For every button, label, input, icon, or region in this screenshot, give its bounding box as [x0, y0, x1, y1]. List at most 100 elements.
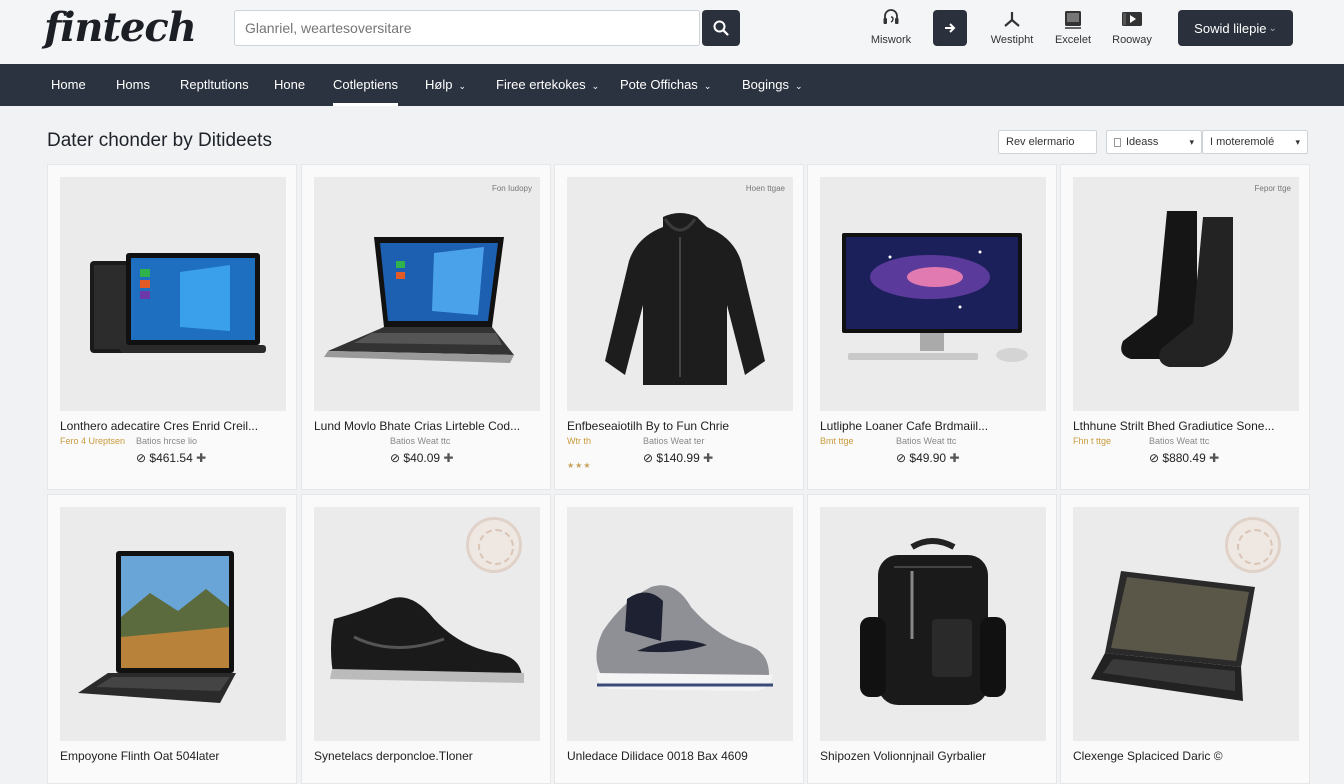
tablet-icon	[1065, 11, 1081, 29]
nav-item-home[interactable]: Home	[51, 64, 86, 106]
product-title[interactable]: Shipozen Volionnjnail Gyrbalier	[820, 749, 1046, 763]
product-title[interactable]: Lutliphe Loaner Cafe Brdmaiil...	[820, 419, 1046, 433]
product-image[interactable]	[820, 507, 1046, 741]
product-image[interactable]	[60, 177, 286, 411]
nav-label: Cotleptiens	[333, 77, 399, 92]
nav-item-pote-offichas[interactable]: Pote Offichas ⌄	[620, 64, 711, 106]
nav-label: Home	[51, 77, 86, 92]
product-card[interactable]: Hoen ttgae Enfbeseaiotilh By to Fun Chri…	[554, 164, 804, 490]
product-image[interactable]	[820, 177, 1046, 411]
chevron-down-icon: ⌄	[1268, 22, 1277, 34]
product-card[interactable]: Unledace Dilidace 0018 Bax 4609	[554, 494, 804, 784]
product-image[interactable]	[1073, 507, 1299, 741]
add-to-cart-icon[interactable]: ✚	[949, 451, 959, 465]
tool-label: Miswork	[870, 34, 912, 46]
laptop-landscape-image	[78, 551, 236, 703]
product-card[interactable]: Lonthero adecatire Cres Enrid Creil... F…	[47, 164, 297, 490]
chevron-down-icon: ⌄	[794, 81, 803, 91]
product-meta: Batios Weat ttc	[896, 436, 957, 446]
product-badge: Hoen ttgae	[745, 184, 785, 193]
tool-headset[interactable]: Miswork	[856, 8, 926, 46]
price-value: $140.99	[656, 451, 700, 465]
product-title[interactable]: Empoyone Flinth Oat 504later	[60, 749, 286, 763]
brand-logo[interactable]: fintech	[44, 4, 197, 51]
product-price: ⊘ $40.09 ✚	[390, 451, 454, 465]
price-value: $461.54	[149, 451, 193, 465]
nav-item-help[interactable]: Hølp ⌄	[425, 64, 466, 106]
product-card[interactable]: Clexenge Splaciced Daric ©	[1060, 494, 1310, 784]
socks-image	[1121, 211, 1233, 367]
product-title[interactable]: Lthhune Strilt Bhed Gradiutice Sone...	[1073, 419, 1299, 433]
sign-in-label: Sowid lilepie	[1194, 20, 1267, 36]
product-card[interactable]: Empoyone Flinth Oat 504later	[47, 494, 297, 784]
product-card[interactable]: Fepor ttge Lthhune Strilt Bhed Gradiutic…	[1060, 164, 1310, 490]
nav-item-hone[interactable]: Hone	[274, 64, 305, 106]
nav-item-firee-ertekokes[interactable]: Firee ertekokes ⌄	[496, 64, 599, 106]
quality-seal-icon	[466, 517, 522, 573]
search-box	[234, 10, 700, 46]
product-image[interactable]	[567, 507, 793, 741]
sneaker-grey-image	[596, 585, 773, 691]
product-vendor: Fero 4 Ureptsen	[60, 436, 126, 446]
product-vendor: Fhn t ttge	[1073, 436, 1112, 446]
nav-item-homs[interactable]: Homs	[116, 64, 150, 106]
product-meta: Batios Weat ter	[643, 436, 705, 446]
price-value: $49.90	[909, 451, 947, 465]
product-badge: Fepor ttge	[1254, 184, 1291, 193]
product-card[interactable]: Synetelacs derponcloe.Tloner	[301, 494, 551, 784]
product-image[interactable]: Fon Iudopy	[314, 177, 540, 411]
product-price: ⊘ $880.49 ✚	[1149, 451, 1220, 465]
search-button[interactable]	[702, 10, 740, 46]
product-title[interactable]: Unledace Dilidace 0018 Bax 4609	[567, 749, 793, 763]
search-icon	[713, 20, 729, 36]
tool-label: Rooway	[1112, 34, 1152, 46]
product-card[interactable]: Lutliphe Loaner Cafe Brdmaiil... Bmt ttg…	[807, 164, 1057, 490]
product-card[interactable]: Fon Iudopy Lund Movlo Bhate Crias Lirteb…	[301, 164, 551, 490]
chevron-down-icon: ⌄	[591, 81, 600, 91]
tool-label: Westipht	[990, 34, 1034, 46]
chevron-down-icon: ▾	[1295, 136, 1300, 147]
product-image[interactable]: Fepor ttge	[1073, 177, 1299, 411]
backpack-image	[860, 538, 1006, 705]
tool-share[interactable]: Westipht	[977, 8, 1047, 46]
search-input[interactable]	[235, 11, 699, 45]
arrow-right-icon	[945, 23, 956, 33]
tool-film[interactable]: Rooway	[1097, 8, 1167, 46]
rating-stars: ★★★	[567, 461, 592, 470]
nav-item-bogings[interactable]: Bogings ⌄	[742, 64, 803, 106]
nav-item-reptltutions[interactable]: Reptltutions	[180, 64, 249, 106]
product-image[interactable]: Hoen ttgae	[567, 177, 793, 411]
product-badge: Fon Iudopy	[491, 184, 532, 193]
add-to-cart-icon[interactable]: ✚	[1209, 451, 1219, 465]
sign-in-button[interactable]: Sowid lilepie ⌄	[1178, 10, 1293, 46]
product-title[interactable]: Enfbeseaiotilh By to Fun Chrie	[567, 419, 793, 433]
add-to-cart-icon[interactable]: ✚	[443, 451, 453, 465]
add-to-cart-icon[interactable]: ✚	[703, 451, 713, 465]
nav-label: Pote Offichas	[620, 77, 698, 92]
per-page-select[interactable]: I moteremolé ▾	[1202, 130, 1308, 154]
product-meta: Batios hrcse lio	[136, 436, 198, 446]
forward-button[interactable]	[933, 10, 967, 46]
product-price: ⊘ $49.90 ✚	[896, 451, 960, 465]
product-title[interactable]: Synetelacs derponcloe.Tloner	[314, 749, 540, 763]
add-to-cart-icon[interactable]: ✚	[196, 451, 206, 465]
product-card[interactable]: Shipozen Volionnjnail Gyrbalier	[807, 494, 1057, 784]
view-label: Ideass	[1126, 136, 1159, 148]
product-title[interactable]: Lund Movlo Bhate Crias Lirteble Cod...	[314, 419, 540, 433]
product-image[interactable]	[314, 507, 540, 741]
share-icon	[1004, 12, 1020, 27]
nav-label: Firee ertekokes	[496, 77, 586, 92]
film-icon	[1122, 12, 1142, 26]
nav-label: Bogings	[742, 77, 789, 92]
product-image[interactable]	[60, 507, 286, 741]
chevron-down-icon: ⌄	[703, 81, 712, 91]
laptop-tablet-image	[90, 253, 266, 353]
sort-select[interactable]: Rev elermario	[998, 130, 1097, 154]
sort-label: Rev elermario	[1006, 136, 1075, 148]
nav-item-cotleptiens[interactable]: Cotleptiens	[333, 64, 399, 106]
product-title[interactable]: Lonthero adecatire Cres Enrid Creil...	[60, 419, 286, 433]
view-select[interactable]: Ideass ▾	[1106, 130, 1202, 154]
product-vendor: Wtr th	[567, 436, 591, 446]
product-title[interactable]: Clexenge Splaciced Daric ©	[1073, 749, 1299, 763]
nav-label: Hølp	[425, 77, 453, 92]
